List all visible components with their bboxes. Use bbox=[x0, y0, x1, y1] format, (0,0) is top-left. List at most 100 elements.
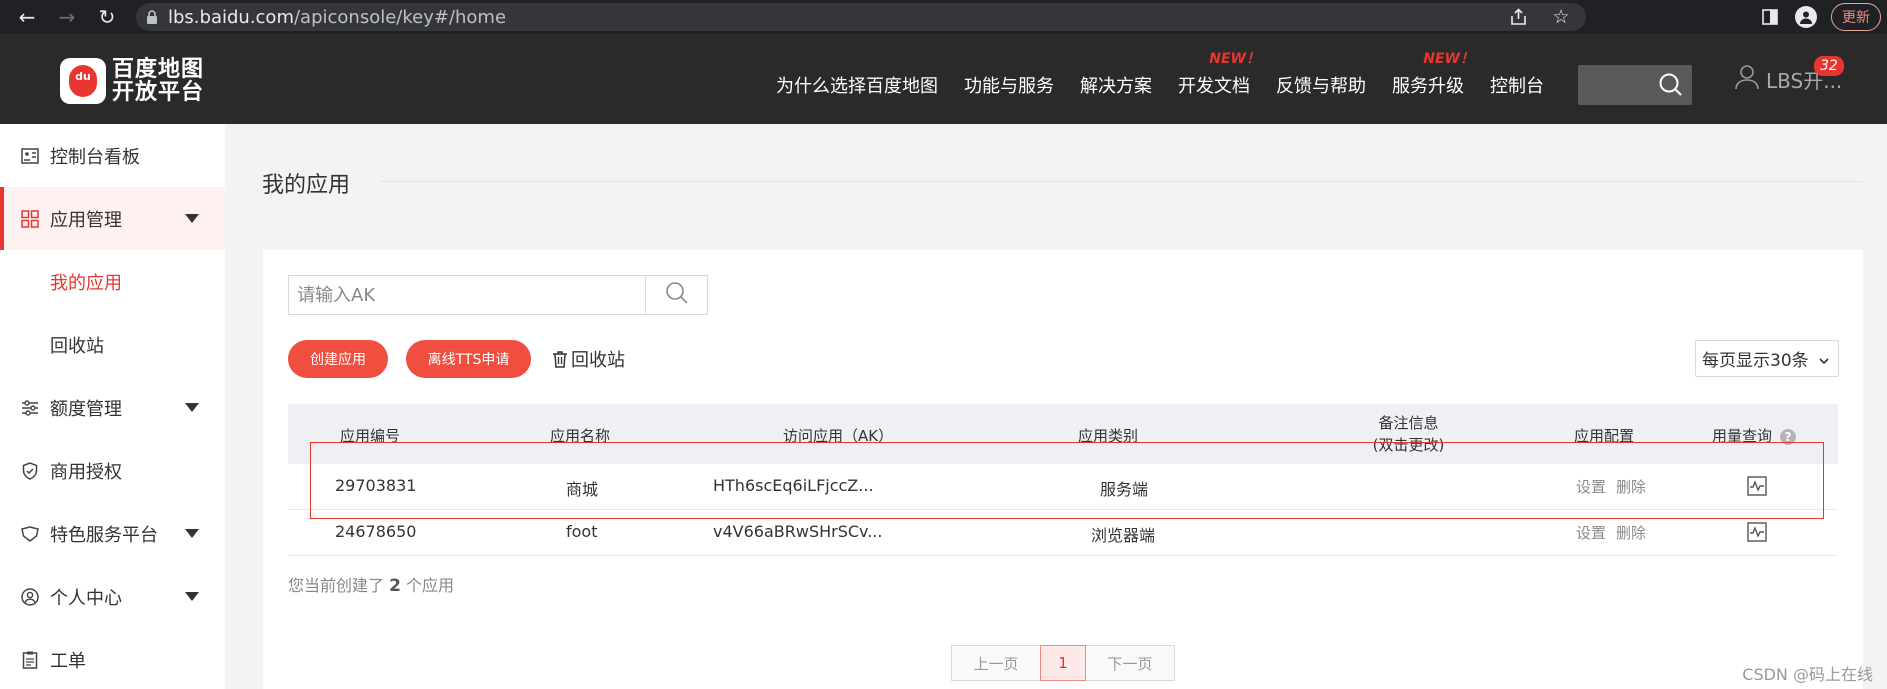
app-type: 浏览器端 bbox=[1091, 526, 1156, 545]
back-icon[interactable]: ← bbox=[14, 4, 40, 30]
table-header: 应用编号 应用名称 访问应用（AK） 应用类别 备注信息 (双击更改) 应用配置… bbox=[288, 404, 1838, 464]
update-button[interactable]: 更新 bbox=[1831, 3, 1881, 31]
app-name: 商城 bbox=[566, 480, 599, 499]
sidebar-item-recycle-bin[interactable]: 回收站 bbox=[0, 313, 225, 376]
reload-icon[interactable]: ↻ bbox=[94, 4, 120, 30]
nav-item-features[interactable]: 功能与服务 bbox=[964, 72, 1054, 98]
grid-icon bbox=[20, 209, 40, 229]
notification-badge: 32 bbox=[1814, 56, 1844, 76]
caret-down-icon bbox=[185, 529, 199, 538]
create-app-button[interactable]: 创建应用 bbox=[288, 340, 388, 378]
sidebar-item-tickets[interactable]: 工单 bbox=[0, 628, 225, 689]
logo-badge: du bbox=[60, 58, 106, 104]
row-actions: 设置 删除 bbox=[1576, 522, 1656, 543]
chevron-down-icon bbox=[1818, 352, 1830, 372]
service-icon bbox=[20, 524, 40, 544]
title-divider bbox=[380, 181, 1862, 182]
app-id: 29703831 bbox=[335, 476, 417, 495]
next-page-button[interactable]: 下一页 bbox=[1085, 645, 1175, 681]
forward-icon[interactable]: → bbox=[54, 4, 80, 30]
col-note: 备注信息 (双击更改) bbox=[1372, 414, 1445, 454]
usage-chart-icon[interactable] bbox=[1747, 522, 1767, 542]
header-search[interactable] bbox=[1578, 65, 1692, 105]
app-ak[interactable]: v4V66aBRwSHrSCv... bbox=[713, 522, 883, 541]
new-tag: NEW！ bbox=[1209, 51, 1260, 67]
app-ak[interactable]: HTh6scEq6iLFjccZ... bbox=[713, 476, 874, 495]
sidebar-item-label: 应用管理 bbox=[50, 209, 122, 231]
help-icon[interactable]: ? bbox=[1780, 429, 1797, 445]
col-usage: 用量查询? bbox=[1712, 425, 1797, 446]
pagination: 上一页 1 下一页 bbox=[951, 645, 1175, 681]
nav-item-upgrade[interactable]: 服务升级 NEW！ bbox=[1392, 51, 1474, 98]
browser-toolbar: ← → ↻ lbs.baidu.com/apiconsole/key#/home… bbox=[0, 0, 1887, 34]
sidebar: 控制台看板 应用管理 我的应用 回收站 额度管理 商用授权 特色服务平台 个人中… bbox=[0, 124, 225, 689]
caret-down-icon bbox=[185, 403, 199, 412]
nav-item-feedback[interactable]: 反馈与帮助 bbox=[1276, 72, 1366, 98]
sidebar-item-dashboard[interactable]: 控制台看板 bbox=[0, 124, 225, 187]
page-title: 我的应用 bbox=[262, 173, 351, 198]
profile-icon[interactable] bbox=[1795, 6, 1817, 28]
caret-down-icon bbox=[185, 214, 199, 223]
sidebar-item-label: 个人中心 bbox=[50, 587, 122, 609]
page-number-current[interactable]: 1 bbox=[1040, 645, 1086, 681]
user-icon bbox=[20, 587, 40, 607]
sidebar-item-label: 控制台看板 bbox=[50, 146, 140, 168]
logo[interactable]: du 百度地图 开放平台 bbox=[60, 58, 204, 104]
per-page-value: 每页显示30条 bbox=[1702, 351, 1809, 371]
ak-search-button[interactable] bbox=[645, 276, 707, 314]
user-icon bbox=[1734, 64, 1760, 94]
dashboard-icon bbox=[20, 146, 40, 166]
caret-down-icon bbox=[185, 592, 199, 601]
address-bar[interactable]: lbs.baidu.com/apiconsole/key#/home ☆ bbox=[136, 3, 1586, 31]
trash-icon bbox=[552, 350, 568, 368]
recycle-bin-label: 回收站 bbox=[571, 350, 625, 371]
app-id: 24678650 bbox=[335, 522, 417, 541]
settings-link[interactable]: 设置 bbox=[1576, 524, 1606, 542]
app-type: 服务端 bbox=[1100, 480, 1149, 499]
star-icon[interactable]: ☆ bbox=[1550, 6, 1572, 28]
sidepanel-icon[interactable] bbox=[1759, 6, 1781, 28]
sidebar-item-app-management[interactable]: 应用管理 bbox=[0, 187, 225, 250]
url-text: lbs.baidu.com/apiconsole/key#/home bbox=[168, 6, 507, 28]
shield-icon bbox=[20, 461, 40, 481]
delete-link[interactable]: 删除 bbox=[1616, 524, 1646, 542]
sidebar-item-quota[interactable]: 额度管理 bbox=[0, 376, 225, 439]
search-icon bbox=[665, 281, 689, 309]
nav-item-docs[interactable]: 开发文档 NEW！ bbox=[1178, 51, 1260, 98]
app-count: 2 bbox=[389, 576, 401, 596]
sidebar-item-my-apps[interactable]: 我的应用 bbox=[0, 250, 225, 313]
sliders-icon bbox=[20, 398, 40, 418]
search-icon[interactable] bbox=[1658, 72, 1684, 102]
sidebar-item-featured-services[interactable]: 特色服务平台 bbox=[0, 502, 225, 565]
top-nav: 为什么选择百度地图 功能与服务 解决方案 开发文档 NEW！ 反馈与帮助 服务升级… bbox=[776, 34, 1570, 124]
sidebar-item-label: 工单 bbox=[50, 650, 86, 672]
site-header: du 百度地图 开放平台 为什么选择百度地图 功能与服务 解决方案 开发文档 NE… bbox=[0, 34, 1887, 124]
sidebar-item-personal-center[interactable]: 个人中心 bbox=[0, 565, 225, 628]
nav-item-why[interactable]: 为什么选择百度地图 bbox=[776, 72, 938, 98]
tts-apply-button[interactable]: 离线TTS申请 bbox=[406, 340, 531, 378]
share-icon[interactable] bbox=[1508, 6, 1530, 28]
ticket-icon bbox=[20, 650, 40, 670]
settings-link[interactable]: 设置 bbox=[1576, 478, 1606, 496]
col-app-id: 应用编号 bbox=[340, 427, 401, 445]
logo-text: 百度地图 开放平台 bbox=[112, 57, 205, 105]
usage-chart-icon[interactable] bbox=[1747, 476, 1767, 496]
nav-item-solutions[interactable]: 解决方案 bbox=[1080, 72, 1152, 98]
table-row: 24678650 foot v4V66aBRwSHrSCv... 浏览器端 设置… bbox=[288, 510, 1838, 556]
col-ak: 访问应用（AK） bbox=[783, 427, 894, 445]
app-count-text: 您当前创建了 2 个应用 bbox=[288, 576, 455, 596]
row-actions: 设置 删除 bbox=[1576, 476, 1656, 497]
sidebar-item-commercial-license[interactable]: 商用授权 bbox=[0, 439, 225, 502]
map-pin-icon: du bbox=[69, 65, 97, 97]
prev-page-button[interactable]: 上一页 bbox=[951, 645, 1041, 681]
recycle-bin-link[interactable]: 回收站 bbox=[552, 346, 625, 372]
table-row: 29703831 商城 HTh6scEq6iLFjccZ... 服务端 设置 删除 bbox=[288, 464, 1838, 510]
delete-link[interactable]: 删除 bbox=[1616, 478, 1646, 496]
new-tag: NEW！ bbox=[1423, 51, 1474, 67]
col-app-name: 应用名称 bbox=[550, 427, 611, 445]
per-page-select[interactable]: 每页显示30条 bbox=[1695, 340, 1839, 377]
ak-search-input[interactable] bbox=[289, 276, 645, 314]
watermark: CSDN @码上在线 bbox=[1742, 665, 1873, 684]
apps-panel: 创建应用 离线TTS申请 回收站 每页显示30条 应用编号 应用名称 访问应用（… bbox=[263, 250, 1863, 689]
nav-item-console[interactable]: 控制台 bbox=[1490, 72, 1544, 98]
